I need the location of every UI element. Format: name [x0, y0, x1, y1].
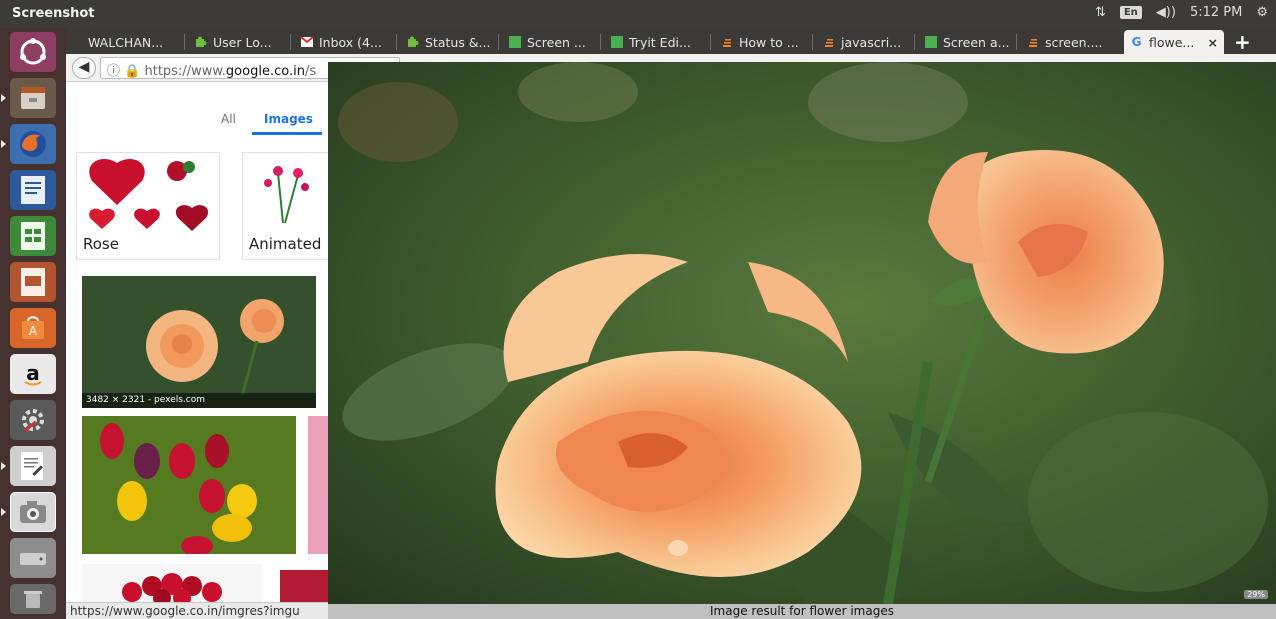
- related-chip-rose[interactable]: Rose: [76, 152, 220, 260]
- tab-label: Screen ...: [527, 34, 586, 50]
- clock[interactable]: 5:12 PM: [1190, 5, 1242, 20]
- image-thumbnail-partial[interactable]: [280, 570, 328, 602]
- image-viewer[interactable]: 29% Image result for flower images: [328, 62, 1276, 619]
- tab[interactable]: Screen a...: [918, 30, 1014, 54]
- tab[interactable]: Inbox (4...: [294, 30, 394, 54]
- flower-vase-thumbnail: [264, 166, 309, 224]
- tab-label: Inbox (4...: [319, 34, 382, 50]
- tab-label: Screen a...: [943, 34, 1010, 50]
- tab-active[interactable]: G flowe... ×: [1124, 30, 1224, 54]
- tab[interactable]: User Lo...: [188, 30, 284, 54]
- tab-label: screen....: [1045, 34, 1103, 50]
- system-settings-icon[interactable]: [10, 400, 56, 440]
- image-thumbnail-rose[interactable]: 3482 × 2321 - pexels.com: [82, 276, 316, 408]
- launcher: A a: [0, 28, 66, 619]
- running-indicator: [1, 94, 6, 102]
- running-indicator: [1, 462, 6, 470]
- tab-images[interactable]: Images: [264, 112, 313, 126]
- tab-label: WALCHAN...: [88, 34, 164, 50]
- close-tab-icon[interactable]: ×: [1208, 35, 1218, 50]
- writer-icon[interactable]: [10, 170, 56, 210]
- keyboard-layout-indicator[interactable]: En: [1119, 6, 1142, 19]
- chip-label: Animated: [249, 235, 322, 253]
- impress-icon[interactable]: [10, 262, 56, 302]
- zoom-level-badge: 29%: [1244, 590, 1268, 599]
- url-prefix: https://www.: [144, 64, 226, 79]
- rose-thumbnail-image: [82, 276, 316, 408]
- running-indicator: [1, 508, 6, 516]
- new-tab-button[interactable]: +: [1234, 30, 1251, 54]
- tab[interactable]: screen....: [1020, 30, 1120, 54]
- calc-icon[interactable]: [10, 216, 56, 256]
- back-button[interactable]: ◀: [72, 57, 96, 79]
- svg-text:A: A: [29, 324, 38, 338]
- tab-bar: WALCHAN... User Lo... Inbox (4... Status…: [66, 28, 1276, 54]
- screenshot-icon[interactable]: [10, 492, 56, 532]
- thumbnail-caption: 3482 × 2321 - pexels.com: [82, 393, 316, 408]
- settings-gear-icon[interactable]: ⚙: [1256, 5, 1268, 20]
- gmail-icon: [300, 36, 313, 49]
- roses-bouquet-image: [122, 573, 222, 602]
- top-panel: Screenshot ⇅ En ◀)) 5:12 PM ⚙: [0, 0, 1276, 28]
- tab[interactable]: Tryit Edi...: [604, 30, 708, 54]
- image-caption: Image result for flower images: [328, 604, 1276, 619]
- drive-icon[interactable]: [10, 538, 56, 578]
- status-bar-url: https://www.google.co.in/imgres?imgu: [66, 602, 328, 619]
- chip-label: Rose: [83, 235, 119, 253]
- tab[interactable]: How to ...: [714, 30, 810, 54]
- w3-icon: [610, 36, 623, 49]
- url-suffix: /s: [304, 64, 317, 79]
- related-chip-animated[interactable]: Animated: [242, 152, 328, 260]
- software-center-icon[interactable]: A: [10, 308, 56, 348]
- w3-icon: [508, 36, 521, 49]
- stackoverflow-icon: [1026, 36, 1039, 49]
- indicator-area: ⇅ En ◀)) 5:12 PM ⚙: [1095, 5, 1268, 20]
- puzzle-icon: [406, 36, 419, 49]
- search-results-page: All Images Rose Animated 3482 × 2321 - p…: [66, 82, 328, 602]
- ubuntu-dash-icon[interactable]: [10, 32, 56, 72]
- volume-icon[interactable]: ◀)): [1156, 5, 1176, 20]
- stackoverflow-icon: [822, 36, 835, 49]
- active-tab-underline: [252, 132, 322, 135]
- tab-label: How to ...: [739, 34, 799, 50]
- tab-label: Tryit Edi...: [629, 34, 691, 50]
- tab-label: javascri...: [841, 34, 902, 50]
- image-thumbnail-roses-bouquet[interactable]: [82, 564, 262, 602]
- tab[interactable]: WALCHAN...: [82, 30, 178, 54]
- network-transfer-icon[interactable]: ⇅: [1095, 5, 1106, 20]
- stackoverflow-icon: [720, 36, 733, 49]
- tab-all[interactable]: All: [221, 112, 236, 126]
- rose-hearts-thumbnail: [89, 159, 209, 231]
- lock-icon: 🔒: [124, 64, 141, 79]
- svg-text:a: a: [26, 361, 40, 385]
- tab[interactable]: Screen ...: [502, 30, 598, 54]
- tab-label: User Lo...: [213, 34, 272, 50]
- text-editor-icon[interactable]: [10, 446, 56, 486]
- w3-icon: [924, 36, 937, 49]
- trash-icon[interactable]: [10, 584, 56, 614]
- files-icon[interactable]: [10, 78, 56, 118]
- tulips-thumbnail-image: [82, 416, 296, 554]
- google-icon: G: [1131, 35, 1142, 49]
- puzzle-icon: [194, 36, 207, 49]
- tab[interactable]: javascri...: [816, 30, 912, 54]
- url-host: google.co.in: [225, 64, 305, 79]
- firefox-icon[interactable]: [10, 124, 56, 164]
- window-title: Screenshot: [12, 6, 95, 21]
- running-indicator: [1, 140, 6, 148]
- image-thumbnail-tulips[interactable]: [82, 416, 296, 554]
- amazon-icon[interactable]: a: [10, 354, 56, 394]
- tab-label: flowe...: [1149, 34, 1195, 50]
- image-thumbnail-partial[interactable]: [308, 416, 328, 554]
- tab-label: Status &...: [425, 34, 491, 50]
- flower-image: [328, 62, 1276, 604]
- info-icon[interactable]: ⓘ: [107, 64, 120, 78]
- tab[interactable]: Status &...: [400, 30, 496, 54]
